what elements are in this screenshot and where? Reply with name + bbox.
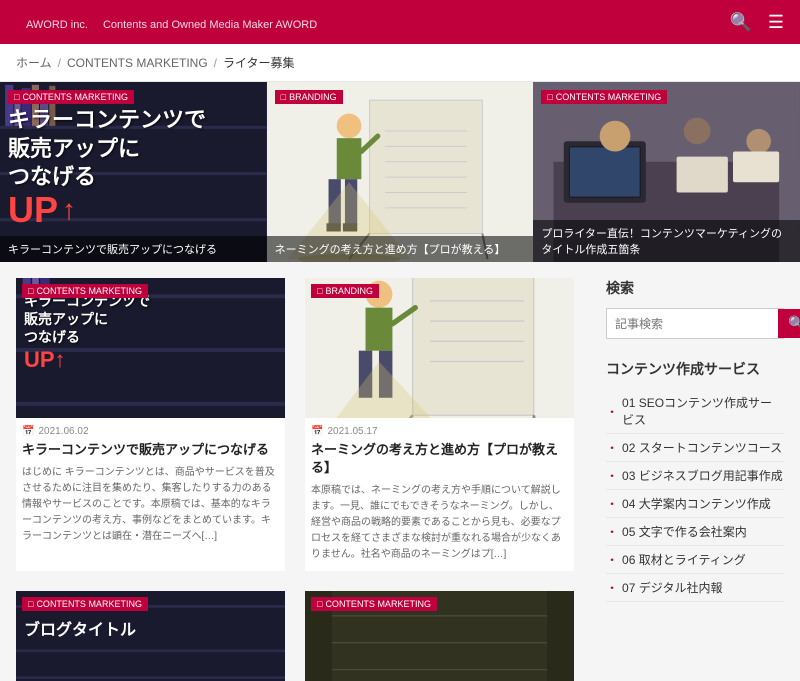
- breadcrumb: ホーム / CONTENTS MARKETING / ライター募集: [0, 44, 800, 82]
- menu-icon[interactable]: ☰: [768, 12, 784, 33]
- logo: AWORD inc. Contents and Owned Media Make…: [16, 12, 317, 33]
- post-up-text: UP↑: [24, 347, 66, 372]
- up-text: UP: [8, 192, 58, 228]
- post-card-2[interactable]: □ BRANDING 📅 2021.05.17 ネーミングの考え方と進め方【プロ…: [305, 278, 574, 571]
- bookmark-icon: □: [14, 92, 19, 102]
- bookmark-icon-2: □: [281, 92, 286, 102]
- up-arrow-icon: ↑: [62, 194, 76, 226]
- logo-text: AWORD inc.: [26, 19, 88, 31]
- service-list: 01 SEOコンテンツ作成サービス02 スタートコンテンツコース03 ビジネスブ…: [606, 389, 784, 602]
- breadcrumb-sep1: /: [58, 56, 61, 70]
- featured-grid: □ CONTENTS MARKETING キラーコンテンツで 販売アップに つな…: [0, 82, 800, 262]
- bookmark-icon-7: □: [317, 599, 322, 609]
- hero-line3: つなげる: [8, 163, 206, 192]
- service-item-0[interactable]: 01 SEOコンテンツ作成サービス: [606, 389, 784, 434]
- featured-badge-1: □ CONTENTS MARKETING: [8, 90, 134, 104]
- featured-caption-2: ネーミングの考え方と進め方【プロが教える】: [267, 236, 534, 262]
- featured-caption-1: キラーコンテンツで販売アップにつなげる: [0, 236, 267, 262]
- hero-overlay: キラーコンテンツで 販売アップに つなげる UP ↑: [8, 106, 206, 228]
- service-item-3[interactable]: 04 大学案内コンテンツ作成: [606, 490, 784, 518]
- bottom-badge-2: □ CONTENTS MARKETING: [311, 597, 437, 611]
- sidebar-search-section: 検索 🔍: [606, 278, 784, 339]
- bottom-badge-1: □ CONTENTS MARKETING: [22, 597, 148, 611]
- service-item-2[interactable]: 03 ビジネスブログ用記事作成: [606, 462, 784, 490]
- breadcrumb-current: ライター募集: [223, 54, 295, 71]
- post-badge-2: □ BRANDING: [311, 284, 379, 298]
- search-input[interactable]: [607, 309, 778, 338]
- featured-badge-3: □ CONTENTS MARKETING: [541, 90, 667, 104]
- post-thumbnail-2: □ BRANDING: [305, 278, 574, 418]
- featured-item-3[interactable]: □ CONTENTS MARKETING プロライター直伝！コンテンツマーケティ…: [533, 82, 800, 262]
- post-hero-line2: 販売アップに: [24, 310, 150, 328]
- service-item-4[interactable]: 05 文字で作る会社案内: [606, 518, 784, 546]
- service-item-6[interactable]: 07 デジタル社内報: [606, 574, 784, 602]
- header-icons: 🔍 ☰: [729, 12, 784, 33]
- bookmark-icon-6: □: [28, 599, 33, 609]
- bookmark-icon-3: □: [547, 92, 552, 102]
- breadcrumb-home[interactable]: ホーム: [16, 54, 52, 71]
- bottom-posts-grid: □ CONTENTS MARKETING ブログタイトル: [16, 591, 574, 681]
- featured-item-2[interactable]: □ BRANDING ネーミングの考え方と進め方【プロが教える】: [267, 82, 534, 262]
- calendar-icon-2: 📅: [311, 426, 323, 437]
- post-excerpt-1: はじめに キラーコンテンツとは、商品やサービスを普及させるために注目を集めたり、…: [16, 465, 285, 553]
- hero-line1: キラーコンテンツで: [8, 106, 206, 135]
- sidebar-search-title: 検索: [606, 278, 784, 298]
- post-thumbnail-1: □ CONTENTS MARKETING キラーコンテンツで 販売アップに つな…: [16, 278, 285, 418]
- search-button[interactable]: 🔍: [778, 309, 800, 338]
- featured-item-1[interactable]: □ CONTENTS MARKETING キラーコンテンツで 販売アップに つな…: [0, 82, 267, 262]
- post-excerpt-2: 本原稿では、ネーミングの考え方や手順について解説します。一見、誰にでもできそうな…: [305, 483, 574, 571]
- post-hero-line3: つなげる: [24, 328, 150, 346]
- bottom-post-1[interactable]: □ CONTENTS MARKETING ブログタイトル: [16, 591, 285, 681]
- search-icon[interactable]: 🔍: [729, 12, 751, 33]
- header: AWORD inc. Contents and Owned Media Make…: [0, 0, 800, 44]
- breadcrumb-category[interactable]: CONTENTS MARKETING: [67, 56, 208, 70]
- featured-badge-2: □ BRANDING: [275, 90, 343, 104]
- sidebar: 検索 🔍 コンテンツ作成サービス 01 SEOコンテンツ作成サービス02 スター…: [590, 262, 800, 681]
- content-area: □ CONTENTS MARKETING キラーコンテンツで 販売アップに つな…: [0, 82, 800, 681]
- hero-line2: 販売アップに: [8, 135, 206, 164]
- post-hero-overlay-1: キラーコンテンツで 販売アップに つなげる UP↑: [24, 292, 150, 373]
- main-container: □ CONTENTS MARKETING キラーコンテンツで 販売アップに つな…: [0, 82, 800, 681]
- calendar-icon: 📅: [22, 426, 34, 437]
- breadcrumb-sep2: /: [214, 56, 217, 70]
- post-badge-1: □ CONTENTS MARKETING: [22, 284, 148, 298]
- sidebar-services-section: コンテンツ作成サービス 01 SEOコンテンツ作成サービス02 スタートコンテン…: [606, 359, 784, 602]
- search-box: 🔍: [606, 308, 784, 339]
- post-title-1[interactable]: キラーコンテンツで販売アップにつなげる: [16, 441, 285, 465]
- sidebar-services-title: コンテンツ作成サービス: [606, 359, 784, 379]
- posts-grid: □ CONTENTS MARKETING キラーコンテンツで 販売アップに つな…: [16, 278, 574, 571]
- posts-column: □ CONTENTS MARKETING キラーコンテンツで 販売アップに つな…: [0, 262, 590, 681]
- service-item-1[interactable]: 02 スタートコンテンツコース: [606, 434, 784, 462]
- bottom-post-2[interactable]: □ CONTENTS MARKETING: [305, 591, 574, 681]
- post-meta-2: 📅 2021.05.17: [305, 418, 574, 441]
- post-card-1[interactable]: □ CONTENTS MARKETING キラーコンテンツで 販売アップに つな…: [16, 278, 285, 571]
- featured-caption-3: プロライター直伝！コンテンツマーケティングのタイトル作成五箇条: [533, 220, 800, 262]
- post-meta-1: 📅 2021.06.02: [16, 418, 285, 441]
- bookmark-icon-5: □: [317, 286, 322, 296]
- bottom-post-text-1: ブログタイトル: [24, 616, 136, 640]
- post-image-2: [305, 278, 574, 418]
- logo-tagline: Contents and Owned Media Maker AWORD: [103, 19, 317, 31]
- service-item-5[interactable]: 06 取材とライティング: [606, 546, 784, 574]
- post-title-2[interactable]: ネーミングの考え方と進め方【プロが教える】: [305, 441, 574, 483]
- bookmark-icon-4: □: [28, 286, 33, 296]
